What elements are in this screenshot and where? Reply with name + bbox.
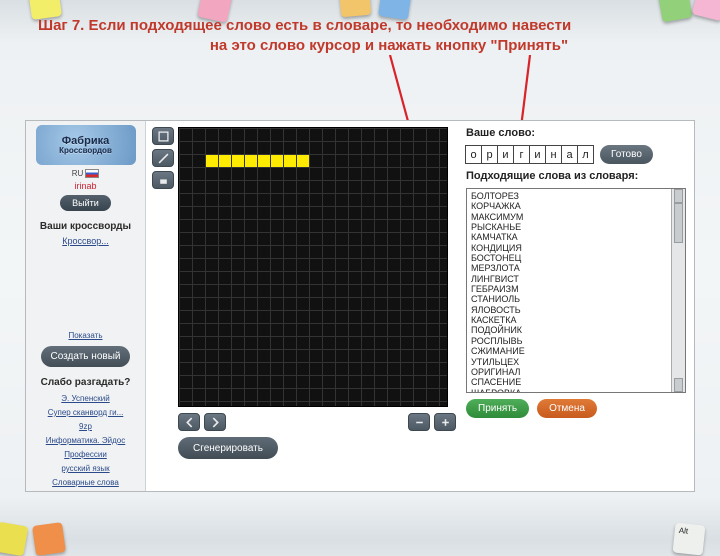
grid-right-button[interactable] xyxy=(204,413,226,431)
dictionary-item[interactable]: ЛИНГВИСТ xyxy=(471,274,667,284)
dictionary-item[interactable]: БОСТОНЕЦ xyxy=(471,253,667,263)
dictionary-item[interactable]: МАКСИМУМ xyxy=(471,212,667,222)
letter-cell[interactable]: и xyxy=(529,145,546,164)
your-crossword-link[interactable]: Кроссвор... xyxy=(62,236,108,246)
dictionary-label: Подходящие слова из словаря: xyxy=(466,170,686,182)
instruction-line2: на это слово курсор и нажать кнопку "При… xyxy=(98,36,680,56)
crossword-grid[interactable] xyxy=(178,127,448,407)
editor-pane: Сгенерировать xyxy=(146,121,462,491)
letter-cell[interactable]: р xyxy=(481,145,498,164)
dictionary-item[interactable]: ПОДОЙНИК xyxy=(471,325,667,335)
dictionary-item[interactable]: РЫСКАНЬЕ xyxy=(471,222,667,232)
letter-cell[interactable]: л xyxy=(577,145,594,164)
crossword-app-window: Фабрика Кроссвордов RU irinab Выйти Ваши… xyxy=(25,120,695,492)
logo-text-2: Кроссвордов xyxy=(59,147,112,155)
letter-cell[interactable]: г xyxy=(513,145,530,164)
dictionary-item[interactable]: СТАНИОЛЬ xyxy=(471,294,667,304)
challenge-link[interactable]: Профессии xyxy=(64,450,107,459)
logo-text-1: Фабрика xyxy=(62,136,109,147)
decorative-key xyxy=(339,0,372,17)
letter-cell[interactable]: о xyxy=(465,145,482,164)
create-new-button[interactable]: Создать новый xyxy=(41,346,131,367)
dictionary-item[interactable]: МЕРЗЛОТА xyxy=(471,263,667,273)
accept-button[interactable]: Принять xyxy=(466,399,529,418)
decorative-key xyxy=(0,522,28,556)
challenge-heading: Слабо разгадать? xyxy=(41,377,131,388)
done-button[interactable]: Готово xyxy=(600,145,653,164)
selected-word-cells xyxy=(206,155,310,167)
dictionary-item[interactable]: КАСКЕТКА xyxy=(471,315,667,325)
app-logo: Фабрика Кроссвордов xyxy=(36,125,136,165)
letter-cell[interactable]: а xyxy=(561,145,578,164)
challenge-link[interactable]: Информатика. Эйдос xyxy=(46,436,125,445)
tool-erase[interactable] xyxy=(152,171,174,189)
scrollbar[interactable] xyxy=(671,189,685,392)
generate-button[interactable]: Сгенерировать xyxy=(178,437,278,459)
dictionary-item[interactable]: КАМЧАТКА xyxy=(471,232,667,242)
your-crosswords-heading: Ваши кроссворды xyxy=(40,221,131,232)
zoom-out-button[interactable] xyxy=(408,413,430,431)
sidebar: Фабрика Кроссвордов RU irinab Выйти Ваши… xyxy=(26,121,146,491)
your-word-label: Ваше слово: xyxy=(466,127,686,139)
dictionary-item[interactable]: СПАСЕНИЕ xyxy=(471,377,667,387)
dictionary-item[interactable]: БОЛТОРЕЗ xyxy=(471,191,667,201)
challenge-links: Э. Успенский Супер сканворд ги... 9zp Ин… xyxy=(46,390,125,487)
grid-left-button[interactable] xyxy=(178,413,200,431)
show-all-link[interactable]: Показать xyxy=(68,331,102,340)
letter-cell[interactable]: и xyxy=(497,145,514,164)
step-instruction: Шаг 7. Если подходящее слово есть в слов… xyxy=(38,16,680,57)
decorative-key: Alt xyxy=(673,523,706,556)
challenge-link[interactable]: русский язык xyxy=(61,464,109,473)
logout-button[interactable]: Выйти xyxy=(60,195,111,211)
cancel-button[interactable]: Отмена xyxy=(537,399,597,418)
dictionary-item[interactable]: ШАБРОВКА xyxy=(471,388,667,392)
instruction-line1: Шаг 7. Если подходящее слово есть в слов… xyxy=(38,17,571,34)
dictionary-items[interactable]: БОЛТОРЕЗКОРЧАЖКАМАКСИМУМРЫСКАНЬЕКАМЧАТКА… xyxy=(467,189,671,392)
language-code: RU xyxy=(72,169,84,178)
dictionary-listbox[interactable]: БОЛТОРЕЗКОРЧАЖКАМАКСИМУМРЫСКАНЬЕКАМЧАТКА… xyxy=(466,188,686,393)
dictionary-item[interactable]: ЯЛОВОСТЬ xyxy=(471,305,667,315)
dictionary-item[interactable]: ОРИГИНАЛ xyxy=(471,367,667,377)
tool-select[interactable] xyxy=(152,127,174,145)
dictionary-item[interactable]: КОНДИЦИЯ xyxy=(471,243,667,253)
dictionary-item[interactable]: РОСПЛЫВЬ xyxy=(471,336,667,346)
challenge-link[interactable]: 9zp xyxy=(79,422,92,431)
challenge-link[interactable]: Словарные слова xyxy=(52,478,119,487)
zoom-in-button[interactable] xyxy=(434,413,456,431)
dictionary-item[interactable]: УТИЛЬЦЕХ xyxy=(471,357,667,367)
decorative-key xyxy=(32,522,66,556)
language-switch[interactable]: RU xyxy=(72,169,100,178)
letter-cells[interactable]: о р и г и н а л xyxy=(466,145,594,164)
dictionary-item[interactable]: СЖИМАНИЕ xyxy=(471,346,667,356)
letter-cell[interactable]: н xyxy=(545,145,562,164)
challenge-link[interactable]: Э. Успенский xyxy=(61,394,109,403)
grid-nav-controls xyxy=(178,413,456,431)
vertical-toolbar xyxy=(152,127,174,407)
tool-draw[interactable] xyxy=(152,149,174,167)
scrollbar-thumb[interactable] xyxy=(674,203,683,243)
word-panel: Ваше слово: о р и г и н а л Готово Подхо… xyxy=(462,121,694,491)
decorative-key xyxy=(692,0,720,21)
dictionary-item[interactable]: КОРЧАЖКА xyxy=(471,201,667,211)
username-label: irinab xyxy=(74,181,96,191)
grid-lines xyxy=(179,128,447,406)
dictionary-item[interactable]: ГЕБРАИЗМ xyxy=(471,284,667,294)
challenge-link[interactable]: Супер сканворд ги... xyxy=(48,408,124,417)
flag-ru-icon xyxy=(85,169,99,178)
